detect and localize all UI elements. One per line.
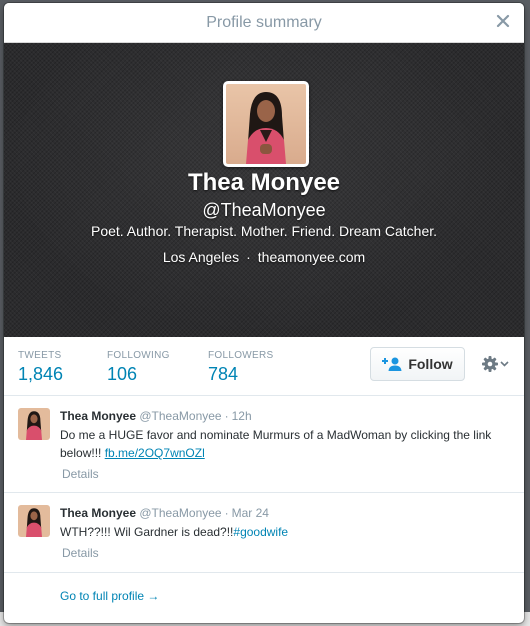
- follow-button[interactable]: Follow: [370, 347, 465, 381]
- full-profile-link[interactable]: Go to full profile →: [60, 589, 159, 603]
- stat-following[interactable]: FOLLOWING 106: [107, 350, 170, 385]
- tweet-text: WTH??!!! Wil Gardner is dead?!!#goodwife: [60, 523, 510, 541]
- tweet-avatar-photo: [18, 408, 50, 440]
- profile-meta: Los Angeles · theamonyee.com: [4, 249, 524, 265]
- stat-followers-label: FOLLOWERS: [208, 350, 274, 361]
- tweet-header: Thea Monyee @TheaMonyee · Mar 24: [60, 505, 510, 521]
- stat-followers[interactable]: FOLLOWERS 784: [208, 350, 274, 385]
- close-icon: [496, 14, 510, 28]
- tweet-text-body: WTH??!!! Wil Gardner is dead?!!: [60, 525, 234, 539]
- tweet-content: Thea Monyee @TheaMonyee · Mar 24 WTH??!!! …: [60, 505, 510, 560]
- profile-location: Los Angeles: [162, 249, 240, 265]
- modal-title: Profile summary: [206, 14, 322, 31]
- tweet-details-link[interactable]: Details: [60, 546, 510, 560]
- modal-header: Profile summary: [4, 3, 524, 43]
- tweet-item[interactable]: Thea Monyee @TheaMonyee · Mar 24 WTH??!!! …: [4, 493, 524, 573]
- user-actions-button[interactable]: [477, 351, 513, 377]
- tweet-hashtag[interactable]: #goodwife: [233, 525, 288, 539]
- tweet-avatar[interactable]: [18, 505, 50, 537]
- tweet-details-link[interactable]: Details: [60, 467, 510, 481]
- profile-summary-modal: Profile summary Thea Monyee @TheaMonyee …: [4, 3, 524, 623]
- tweet-link[interactable]: fb.me/2OQ7wnOZl: [105, 446, 205, 460]
- tweet-timestamp[interactable]: Mar 24: [232, 506, 269, 520]
- tweet-author-handle[interactable]: @TheaMonyee: [139, 409, 221, 423]
- stat-followers-value: 784: [208, 364, 239, 384]
- tweet-author-name[interactable]: Thea Monyee: [60, 409, 136, 423]
- stat-tweets-value: 1,846: [18, 364, 64, 384]
- stat-following-value: 106: [107, 364, 138, 384]
- gear-icon: [481, 356, 498, 372]
- avatar-photo: [226, 84, 306, 164]
- tweet-text: Do me a HUGE favor and nominate Murmurs …: [60, 426, 510, 462]
- stats-bar: TWEETS 1,846 FOLLOWING 106 FOLLOWERS 784…: [4, 337, 524, 396]
- tweet-author-handle[interactable]: @TheaMonyee: [139, 506, 221, 520]
- profile-handle: @TheaMonyee: [202, 200, 326, 220]
- stat-tweets[interactable]: TWEETS 1,846: [18, 350, 63, 385]
- tweet-author-name[interactable]: Thea Monyee: [60, 506, 136, 520]
- tweet-avatar-photo: [18, 505, 50, 537]
- tweet-avatar[interactable]: [18, 408, 50, 440]
- tweet-item[interactable]: Thea Monyee @TheaMonyee · 12h Do me a HUGE…: [4, 396, 524, 493]
- follow-button-label: Follow: [408, 356, 453, 372]
- profile-website-link[interactable]: theamonyee.com: [258, 249, 365, 265]
- profile-name[interactable]: Thea Monyee: [4, 169, 524, 197]
- meta-separator: ·: [246, 249, 251, 265]
- profile-cover: Thea Monyee @TheaMonyee Poet. Author. Th…: [4, 43, 524, 337]
- tweet-content: Thea Monyee @TheaMonyee · 12h Do me a HUGE…: [60, 408, 510, 481]
- tweet-header: Thea Monyee @TheaMonyee · 12h: [60, 408, 510, 424]
- tweet-dot: ·: [224, 409, 229, 423]
- add-user-icon: [382, 357, 402, 371]
- stat-following-label: FOLLOWING: [107, 350, 170, 361]
- tweet-dot: ·: [224, 506, 229, 520]
- avatar[interactable]: [223, 81, 309, 167]
- chevron-down-icon: [499, 361, 509, 367]
- stat-tweets-label: TWEETS: [18, 350, 62, 361]
- close-button[interactable]: [494, 12, 512, 30]
- profile-bio: Poet. Author. Therapist. Mother. Friend.…: [90, 223, 438, 239]
- tweet-timestamp[interactable]: 12h: [232, 409, 252, 423]
